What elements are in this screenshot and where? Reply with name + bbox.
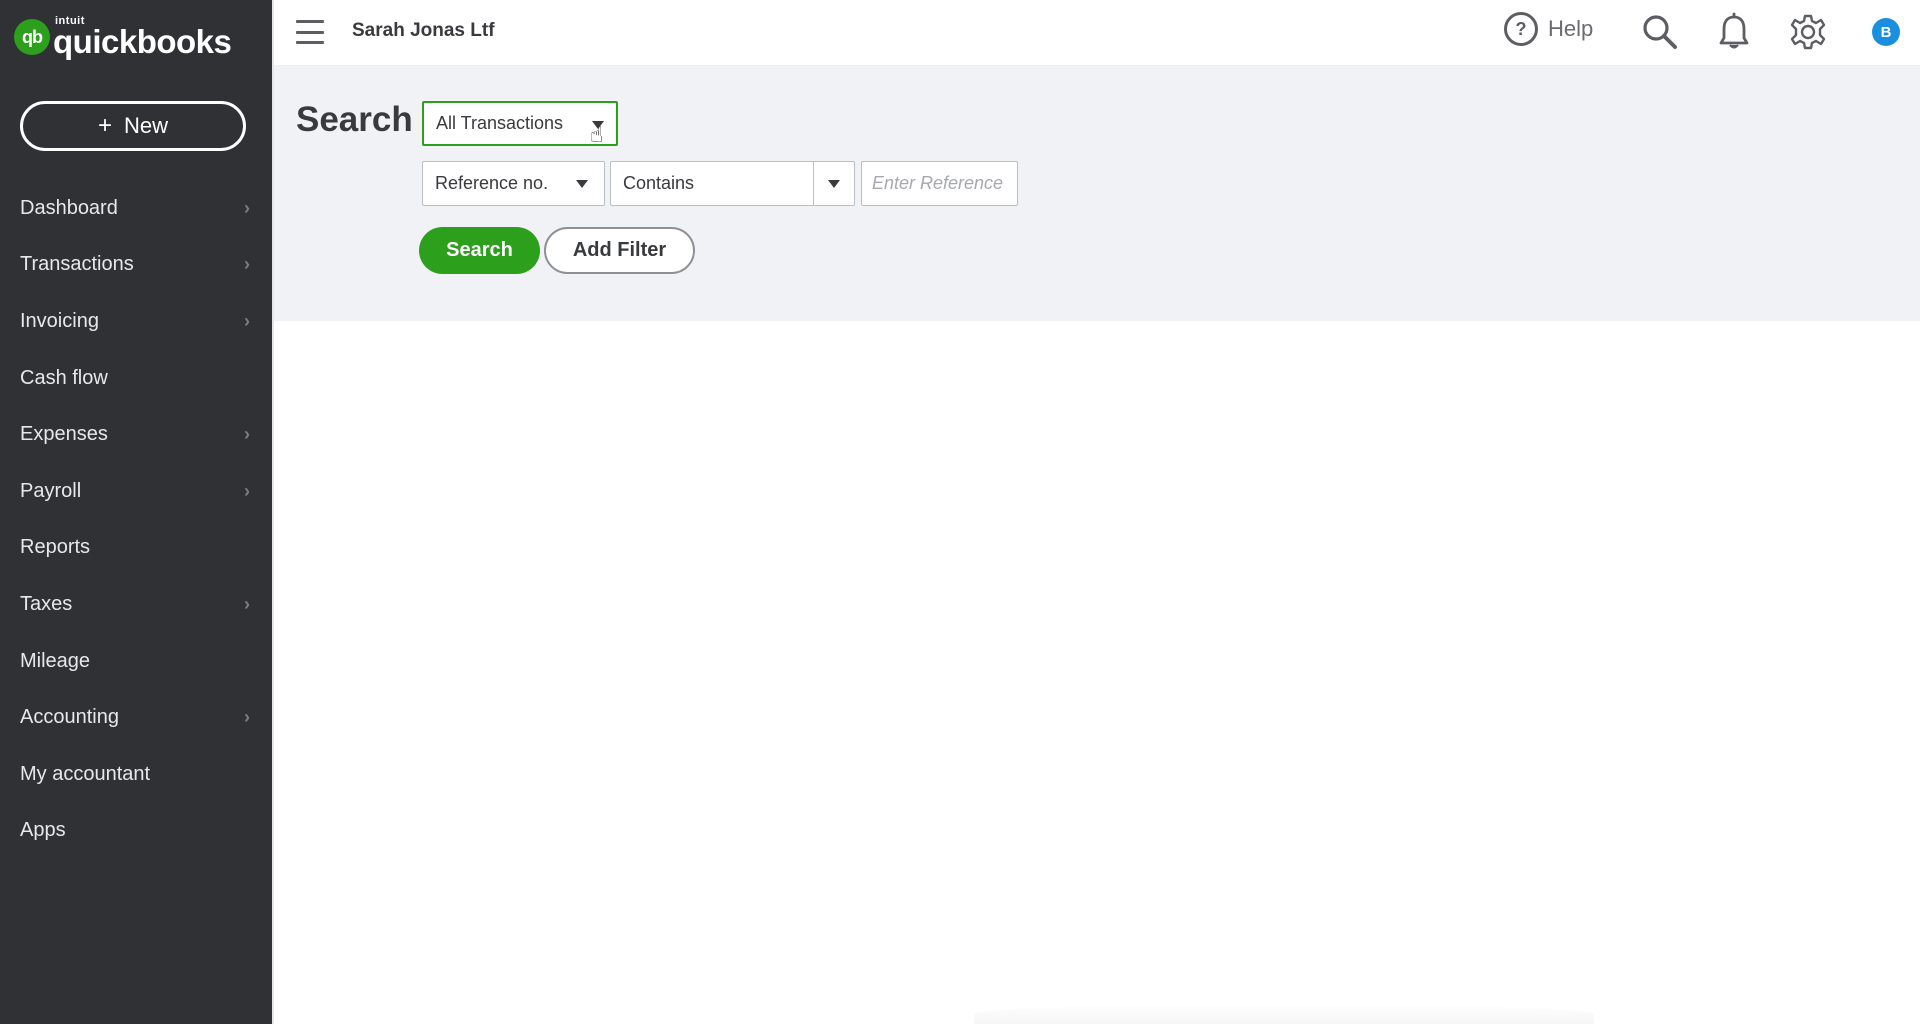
sidebar: qb intuit quickbooks + New Dashboard › Tra… (0, 0, 274, 1024)
filter-condition-value: Contains (623, 173, 695, 193)
user-avatar[interactable]: B (1872, 18, 1900, 46)
plus-icon: + (97, 112, 112, 139)
notifications-bell-icon[interactable] (1714, 12, 1754, 52)
qb-logo-icon: qb (14, 19, 50, 55)
search-icon[interactable] (1640, 12, 1680, 52)
help-icon: ? (1504, 12, 1538, 46)
sidebar-item-my-accountant[interactable]: My accountant (0, 746, 272, 803)
sidebar-item-label: Cash flow (20, 366, 108, 389)
chevron-right-icon: › (244, 593, 250, 614)
search-button[interactable]: Search (419, 227, 540, 274)
sidebar-item-label: Accounting (20, 706, 119, 729)
company-name: Sarah Jonas Ltf (352, 20, 495, 41)
chevron-down-icon (828, 180, 840, 188)
reference-input[interactable] (861, 161, 1018, 206)
filter-field-value: Reference no. (435, 173, 549, 193)
sidebar-item-label: Payroll (20, 479, 82, 502)
chevron-right-icon: › (244, 254, 250, 275)
sidebar-item-dashboard[interactable]: Dashboard › (0, 180, 272, 237)
hand-pointer-cursor-icon: ☝ (590, 122, 604, 147)
dropdown-divider (813, 162, 814, 205)
sidebar-nav: Dashboard › Transactions › Invoicing › Cash fl… (0, 180, 272, 859)
sidebar-item-label: Dashboard (20, 196, 118, 219)
new-button[interactable]: + New (20, 101, 246, 151)
quickbooks-logo[interactable]: qb intuit quickbooks (14, 16, 232, 60)
sidebar-item-accounting[interactable]: Accounting › (0, 689, 272, 746)
sidebar-item-taxes[interactable]: Taxes › (0, 576, 272, 633)
chevron-right-icon: › (244, 424, 250, 445)
sidebar-item-invoicing[interactable]: Invoicing › (0, 293, 272, 350)
sidebar-item-label: Invoicing (20, 309, 99, 332)
transaction-type-dropdown[interactable]: All Transactions (422, 101, 618, 146)
logo-brand-text: quickbooks (53, 23, 232, 60)
sidebar-item-payroll[interactable]: Payroll › (0, 463, 272, 520)
sidebar-item-apps[interactable]: Apps (0, 803, 272, 860)
sidebar-item-mileage[interactable]: Mileage (0, 633, 272, 690)
sidebar-item-label: Transactions (20, 253, 134, 276)
filter-condition-dropdown[interactable]: Contains (610, 161, 855, 206)
page-title: Search (296, 100, 413, 139)
hamburger-menu-icon[interactable] (296, 20, 324, 44)
filter-field-dropdown[interactable]: Reference no. (422, 161, 605, 206)
chevron-right-icon: › (244, 480, 250, 501)
sidebar-item-label: My accountant (20, 762, 151, 785)
sidebar-item-label: Apps (20, 819, 66, 842)
chevron-right-icon: › (244, 197, 250, 218)
top-bar: Sarah Jonas Ltf ? Help B (274, 0, 1920, 66)
chevron-right-icon: › (244, 707, 250, 728)
chevron-down-icon (576, 180, 588, 188)
sidebar-item-label: Expenses (20, 423, 108, 446)
chevron-right-icon: › (244, 310, 250, 331)
settings-gear-icon[interactable] (1788, 12, 1828, 52)
sidebar-item-expenses[interactable]: Expenses › (0, 406, 272, 463)
sidebar-item-label: Reports (20, 536, 91, 559)
results-area (274, 321, 1920, 1024)
sidebar-item-cash-flow[interactable]: Cash flow (0, 350, 272, 407)
help-label: Help (1548, 16, 1594, 41)
sidebar-item-label: Taxes (20, 592, 73, 615)
transaction-type-value: All Transactions (436, 113, 564, 133)
new-button-label: New (124, 113, 169, 138)
sidebar-item-transactions[interactable]: Transactions › (0, 237, 272, 294)
sidebar-item-reports[interactable]: Reports (0, 520, 272, 577)
help-button[interactable]: ? Help (1504, 12, 1593, 46)
bottom-shadow (974, 1004, 1594, 1024)
search-panel: Search All Transactions ☝ Reference no. … (274, 66, 1920, 321)
sidebar-item-label: Mileage (20, 649, 91, 672)
add-filter-button[interactable]: Add Filter (544, 227, 695, 274)
